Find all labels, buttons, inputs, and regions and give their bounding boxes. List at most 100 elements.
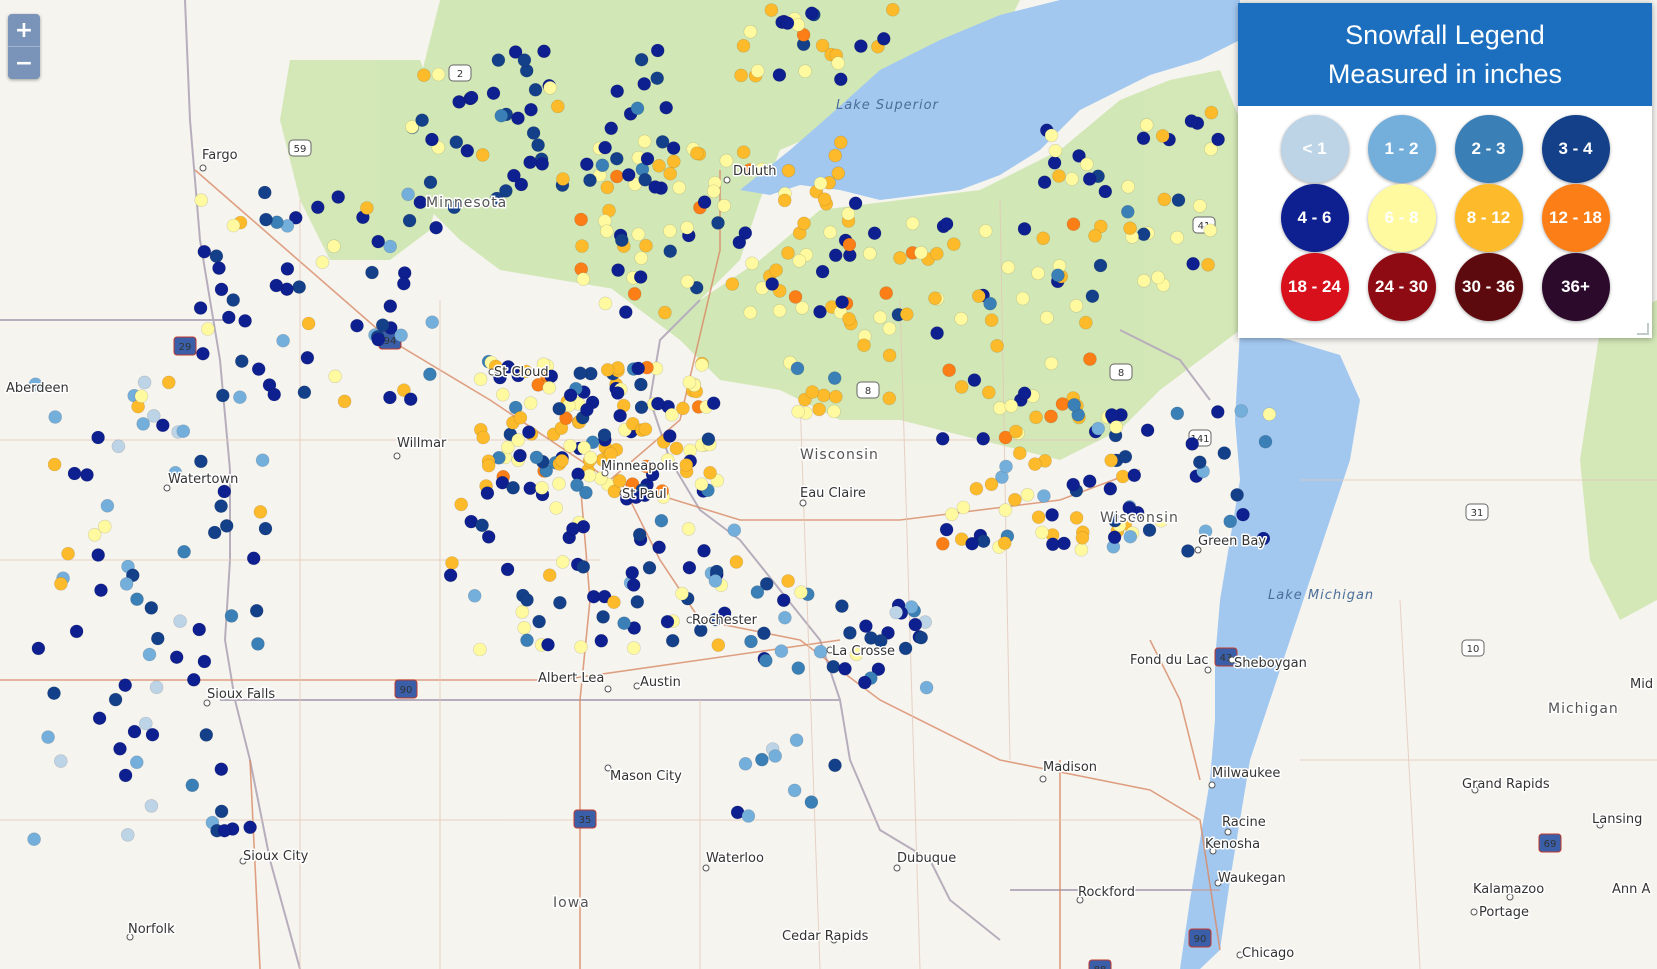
snowfall-station-marker[interactable] <box>805 385 820 399</box>
snowfall-station-marker[interactable] <box>555 453 569 468</box>
snowfall-station-marker[interactable] <box>984 313 999 328</box>
snowfall-station-marker[interactable] <box>743 24 758 39</box>
snowfall-station-marker[interactable] <box>882 348 897 363</box>
snowfall-station-marker[interactable] <box>156 418 170 433</box>
snowfall-station-marker[interactable] <box>575 239 589 253</box>
snowfall-station-marker[interactable] <box>201 322 215 336</box>
snowfall-station-marker[interactable] <box>879 286 894 300</box>
snowfall-station-marker[interactable] <box>774 644 789 658</box>
snowfall-station-marker[interactable] <box>828 758 842 773</box>
snowfall-station-marker[interactable] <box>804 6 819 21</box>
snowfall-station-marker[interactable] <box>812 402 826 417</box>
snowfall-station-marker[interactable] <box>53 754 68 768</box>
snowfall-station-marker[interactable] <box>1080 157 1094 172</box>
snowfall-station-marker[interactable] <box>511 433 526 447</box>
snowfall-station-marker[interactable] <box>1203 223 1218 238</box>
snowfall-station-marker[interactable] <box>454 497 469 512</box>
snowfall-station-marker[interactable] <box>185 778 200 793</box>
snowfall-station-marker[interactable] <box>680 274 695 289</box>
snowfall-station-marker[interactable] <box>1048 144 1063 158</box>
snowfall-station-marker[interactable] <box>1127 468 1142 483</box>
snowfall-station-marker[interactable] <box>954 380 969 394</box>
snowfall-station-marker[interactable] <box>258 521 273 536</box>
snowfall-station-marker[interactable] <box>517 53 532 67</box>
snowfall-station-marker[interactable] <box>528 83 543 97</box>
snowfall-station-marker[interactable] <box>360 201 374 215</box>
snowfall-station-marker[interactable] <box>594 633 609 648</box>
snowfall-station-marker[interactable] <box>1234 404 1248 418</box>
snowfall-station-marker[interactable] <box>535 157 550 171</box>
snowfall-station-marker[interactable] <box>537 44 551 59</box>
snowfall-station-marker[interactable] <box>682 375 697 390</box>
snowfall-station-marker[interactable] <box>621 168 636 182</box>
snowfall-station-marker[interactable] <box>217 823 232 838</box>
snowfall-station-marker[interactable] <box>199 728 214 742</box>
snowfall-station-marker[interactable] <box>772 68 787 82</box>
snowfall-station-marker[interactable] <box>610 169 624 184</box>
snowfall-station-marker[interactable] <box>835 295 849 309</box>
snowfall-station-marker[interactable] <box>1085 289 1100 304</box>
snowfall-station-marker[interactable] <box>680 220 694 235</box>
snowfall-station-marker[interactable] <box>524 102 538 117</box>
snowfall-station-marker[interactable] <box>1116 469 1130 484</box>
snowfall-station-marker[interactable] <box>1170 230 1184 245</box>
snowfall-station-marker[interactable] <box>137 375 152 390</box>
snowfall-station-marker[interactable] <box>1052 169 1066 183</box>
snowfall-station-marker[interactable] <box>652 159 666 173</box>
snowfall-station-marker[interactable] <box>776 593 791 608</box>
snowfall-station-marker[interactable] <box>1181 544 1195 558</box>
snowfall-station-marker[interactable] <box>415 113 429 127</box>
snowfall-station-marker[interactable] <box>854 39 868 53</box>
snowfall-station-marker[interactable] <box>144 601 159 615</box>
snowfall-station-marker[interactable] <box>781 246 795 260</box>
snowfall-station-marker[interactable] <box>429 220 443 235</box>
snowfall-station-marker[interactable] <box>768 749 783 763</box>
snowfall-station-marker[interactable] <box>1103 481 1118 496</box>
snowfall-station-marker[interactable] <box>251 362 266 376</box>
snowfall-station-marker[interactable] <box>1015 291 1030 306</box>
snowfall-station-marker[interactable] <box>1045 508 1059 522</box>
snowfall-station-marker[interactable] <box>599 224 614 238</box>
snowfall-station-marker[interactable] <box>542 568 557 583</box>
snowfall-station-marker[interactable] <box>738 756 753 771</box>
snowfall-station-marker[interactable] <box>1140 423 1155 438</box>
snowfall-station-marker[interactable] <box>695 358 709 372</box>
snowfall-station-marker[interactable] <box>965 536 979 551</box>
snowfall-station-marker[interactable] <box>703 465 717 480</box>
snowfall-station-marker[interactable] <box>1069 298 1084 313</box>
snowfall-station-marker[interactable] <box>625 565 640 580</box>
snowfall-station-marker[interactable] <box>576 560 591 574</box>
snowfall-station-marker[interactable] <box>928 291 942 306</box>
snowfall-station-marker[interactable] <box>967 373 982 387</box>
snowfall-station-marker[interactable] <box>583 173 597 188</box>
snowfall-station-marker[interactable] <box>371 234 386 249</box>
snowfall-station-marker[interactable] <box>1185 437 1199 451</box>
snowfall-station-marker[interactable] <box>531 138 545 152</box>
snowfall-station-marker[interactable] <box>396 276 411 291</box>
snowfall-station-marker[interactable] <box>600 180 615 195</box>
snowfall-station-marker[interactable] <box>520 593 534 607</box>
snowfall-station-marker[interactable] <box>118 678 132 693</box>
snowfall-station-marker[interactable] <box>480 486 495 500</box>
snowfall-station-marker[interactable] <box>576 272 591 286</box>
snowfall-station-marker[interactable] <box>235 354 249 369</box>
snowfall-station-marker[interactable] <box>663 244 678 258</box>
snowfall-station-marker[interactable] <box>552 401 567 416</box>
snowfall-station-marker[interactable] <box>445 556 459 570</box>
snowfall-station-marker[interactable] <box>145 727 160 742</box>
snowfall-station-marker[interactable] <box>634 400 649 415</box>
snowfall-station-marker[interactable] <box>777 193 792 208</box>
snowfall-station-marker[interactable] <box>630 595 645 609</box>
snowfall-station-marker[interactable] <box>1121 179 1135 194</box>
snowfall-station-marker[interactable] <box>383 299 398 313</box>
snowfall-station-marker[interactable] <box>1093 258 1108 273</box>
snowfall-station-marker[interactable] <box>1171 193 1186 207</box>
snowfall-station-marker[interactable] <box>144 799 159 813</box>
snowfall-station-marker[interactable] <box>638 173 652 187</box>
snowfall-station-marker[interactable] <box>650 71 665 85</box>
snowfall-station-marker[interactable] <box>873 310 888 325</box>
snowfall-station-marker[interactable] <box>976 431 991 446</box>
snowfall-station-marker[interactable] <box>249 603 264 618</box>
snowfall-station-marker[interactable] <box>301 316 316 331</box>
snowfall-station-marker[interactable] <box>196 346 210 361</box>
